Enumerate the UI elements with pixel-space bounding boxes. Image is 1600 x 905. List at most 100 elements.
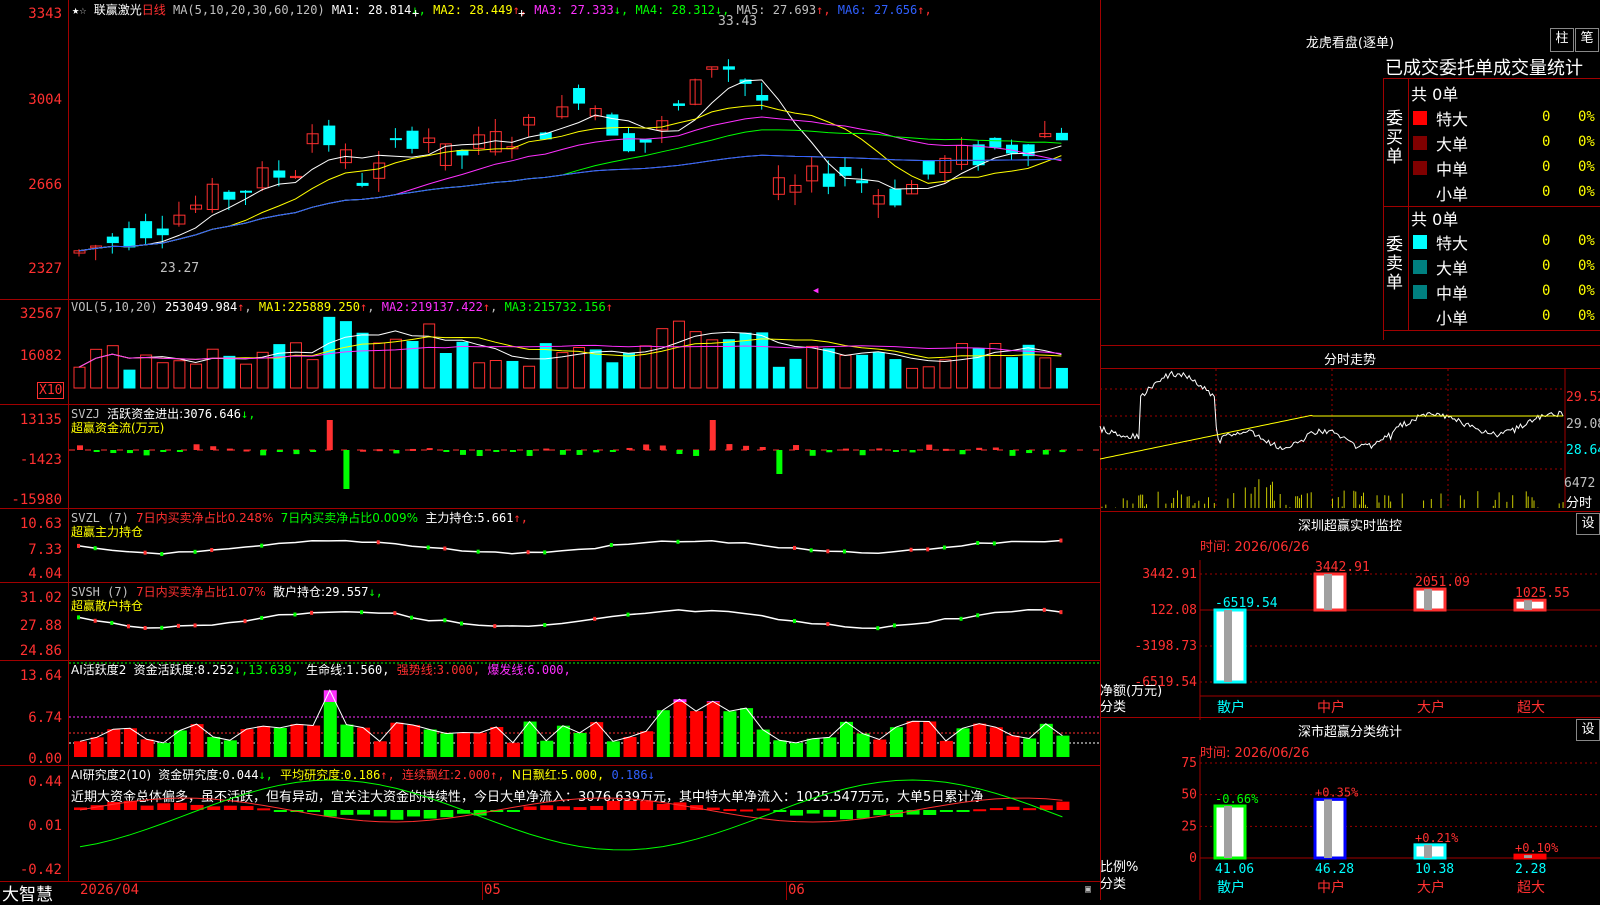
research-bar	[240, 806, 254, 810]
monitor-value-label: 2051.09	[1415, 575, 1470, 590]
ma-arrow: ↑,	[917, 3, 932, 17]
research-bar	[307, 810, 321, 812]
intraday-y-label: 28.64	[1566, 443, 1600, 458]
volume-bar	[772, 366, 785, 389]
holding-tick	[376, 540, 380, 545]
order-row-pct: 0%	[1578, 184, 1595, 200]
holding-tick	[126, 624, 130, 629]
ai1-y-label: 6.74	[28, 710, 62, 726]
monitor-category-label: 超大	[1517, 700, 1545, 716]
price-y-label: 2327	[28, 261, 62, 277]
order-row-pct: 0%	[1578, 258, 1595, 274]
activity-bar	[373, 741, 387, 757]
fund-flow-bar	[243, 449, 250, 452]
fund-flow-bar	[559, 450, 566, 455]
order-row-count: 0	[1542, 134, 1551, 150]
volume-bar	[289, 342, 302, 389]
research-bar	[573, 807, 587, 810]
fund-flow-bar	[526, 450, 533, 456]
research-bar	[140, 805, 154, 810]
holding-tick	[310, 610, 314, 615]
classify-change-label: -0.66%	[1215, 792, 1259, 806]
volume-bar	[856, 354, 869, 389]
dragon-title: 龙虎看盘(逐单)	[1305, 36, 1395, 51]
order-row-label: 小单	[1436, 309, 1469, 328]
month-label: 06	[788, 882, 805, 898]
candle-body	[889, 188, 902, 206]
candle-body	[389, 138, 402, 141]
classify-settings-button[interactable]: 设	[1576, 719, 1600, 741]
date-label: 2026/04	[80, 882, 140, 898]
fund-flow-bar	[676, 450, 683, 454]
activity-bar	[190, 724, 204, 757]
volume-bar	[556, 352, 569, 389]
fund-flow-bar	[659, 445, 666, 450]
holding-tick	[476, 549, 480, 554]
volume-bar	[306, 359, 319, 389]
research-bar	[956, 810, 970, 812]
activity-bar	[806, 738, 820, 757]
holding-tick	[593, 616, 597, 621]
fund-flow-bar	[126, 450, 133, 454]
research-bar	[856, 810, 870, 819]
fund-flow-bar	[709, 420, 716, 450]
holding-tick	[77, 543, 80, 548]
research-bar	[223, 805, 237, 810]
volume-bar	[206, 348, 219, 389]
candle-body	[456, 150, 469, 156]
research-bar	[989, 808, 1003, 811]
intraday-title: 分时走势	[1323, 353, 1376, 368]
research-bar	[257, 808, 271, 811]
holding-tick	[193, 549, 197, 554]
activity-bar	[690, 711, 704, 757]
candle-body	[190, 204, 203, 210]
holding-tick	[260, 543, 264, 548]
fund-flow-bar	[310, 450, 317, 452]
tick-mode-button[interactable]: 笔	[1575, 28, 1599, 52]
fund-flow-bar	[410, 448, 417, 451]
holding-tick	[942, 545, 946, 550]
volume-bar	[722, 339, 735, 389]
holding-tick	[959, 616, 963, 621]
candle-body	[989, 137, 1002, 148]
monitor-settings-button[interactable]: 设	[1576, 513, 1600, 535]
candlestick-chart[interactable]	[69, 16, 1099, 298]
fund-flow-bar	[959, 450, 966, 455]
classify-category-label: 散户	[1217, 879, 1245, 896]
fund-flow-bar	[876, 448, 883, 451]
holding-tick	[992, 541, 996, 546]
holding-tick	[426, 545, 430, 550]
research-bar	[540, 805, 554, 810]
stock-name[interactable]: 联赢激光	[94, 3, 142, 17]
candle-body	[156, 228, 169, 236]
candle-body	[323, 125, 336, 146]
volume-bar	[423, 323, 436, 389]
activity-bar	[623, 736, 637, 757]
lock-icon[interactable]: ▣	[1085, 884, 1091, 895]
volume-bar	[956, 343, 969, 389]
fund-flow-bar	[942, 448, 949, 451]
candle-body	[223, 191, 236, 200]
high-price-label: 33.43	[718, 14, 758, 29]
holding-tick	[926, 547, 930, 552]
holding-tick	[976, 541, 980, 546]
order-row-label: 大单	[1436, 259, 1469, 278]
volume-bar	[672, 320, 685, 389]
svzj-y-label: -15980	[11, 492, 62, 508]
period-label[interactable]: 日线	[142, 3, 166, 17]
order-row-count: 0	[1542, 283, 1551, 299]
holding-tick	[459, 621, 463, 626]
volume-bar	[789, 358, 802, 389]
fund-flow-bar	[909, 450, 916, 453]
volume-bar	[922, 366, 935, 389]
order-color-swatch	[1413, 111, 1427, 125]
candle-body	[123, 228, 136, 248]
activity-bar	[423, 729, 437, 757]
svsh-y-label: 31.02	[19, 590, 62, 606]
bar-mode-button[interactable]: 柱	[1550, 28, 1574, 52]
holding-tick	[842, 549, 846, 554]
volume-bar	[223, 355, 236, 389]
activity-bar	[456, 732, 470, 757]
monitor-value-label: -6519.54	[1215, 596, 1278, 611]
sell-side-label: 委卖单	[1386, 235, 1403, 293]
